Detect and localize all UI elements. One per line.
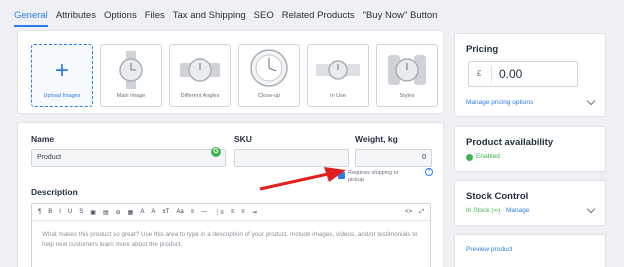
image-slot-label: Close-up <box>257 93 280 99</box>
editor-toolbar-button[interactable]: I <box>59 209 61 215</box>
tab-general[interactable]: General <box>14 10 48 27</box>
product-details-card: Name Product G SKU Weight, kg 0 Descript… <box>17 122 444 267</box>
image-slot-closeup[interactable]: Close-up <box>238 44 300 107</box>
availability-title: Product availability <box>466 137 554 148</box>
watch-icon <box>180 58 220 82</box>
watch-icon <box>388 55 426 85</box>
description-label: Description <box>31 187 78 197</box>
stock-status: In Stock (∞) <box>466 207 501 214</box>
weight-label: Weight, kg <box>355 134 398 144</box>
image-slot-angles[interactable]: Different Angles <box>169 44 231 107</box>
image-slot-main[interactable]: Main Image <box>100 44 162 107</box>
tab-tax-and-shipping[interactable]: Tax and Shipping <box>173 10 246 27</box>
editor-toolbar-button[interactable]: U <box>68 209 72 215</box>
stock-control-card <box>454 180 606 226</box>
upload-images-label: Upload Images <box>43 93 81 99</box>
sku-label: SKU <box>234 134 252 144</box>
editor-toolbar-button[interactable]: ±T <box>162 209 169 215</box>
tab-files[interactable]: Files <box>145 10 165 27</box>
tab-attributes[interactable]: Attributes <box>56 10 96 27</box>
image-slot-label: In Use <box>330 93 346 99</box>
editor-toolbar-button[interactable]: ≡ <box>231 209 235 215</box>
currency-symbol: £ <box>477 69 482 78</box>
editor-toolbar-button[interactable]: ▤ <box>103 209 109 216</box>
image-slot-label: Different Angles <box>180 93 220 99</box>
editor-toolbar-button[interactable]: ⤢ <box>419 209 424 216</box>
image-slot-label: Styles <box>399 93 415 99</box>
description-placeholder: What makes this product so great? Use th… <box>42 231 418 248</box>
watch-icon <box>119 51 143 89</box>
editor-toolbar-button[interactable]: Aa <box>176 209 183 215</box>
editor-toolbar-button[interactable]: B <box>48 209 52 215</box>
toggle-on-icon[interactable] <box>466 154 473 161</box>
editor-toolbar-button[interactable]: A <box>140 209 144 215</box>
name-label: Name <box>31 134 55 144</box>
pricing-title: Pricing <box>466 44 499 55</box>
availability-status[interactable]: Enabled <box>476 153 500 160</box>
price-input[interactable]: £ 0.00 <box>468 61 578 87</box>
manage-stock-link[interactable]: Manage <box>506 207 530 214</box>
grammar-icon: G <box>211 147 221 157</box>
product-tabs: General Attributes Options Files Tax and… <box>14 10 437 27</box>
image-slot-in-use[interactable]: In Use <box>307 44 369 107</box>
editor-toolbar-button[interactable]: ▦ <box>128 209 134 216</box>
editor-toolbar-button[interactable]: ⊖ <box>116 209 121 216</box>
editor-toolbar-button[interactable]: A <box>151 209 155 215</box>
preview-product-link[interactable]: Preview product <box>466 246 513 253</box>
tab-seo[interactable]: SEO <box>254 10 274 27</box>
editor-toolbar-button[interactable]: ⋮≡ <box>214 209 224 216</box>
watch-icon <box>250 49 288 87</box>
weight-input[interactable]: 0 <box>355 149 432 167</box>
editor-toolbar-button[interactable]: ⇥ <box>252 209 257 216</box>
availability-card <box>454 126 606 172</box>
requires-shipping-label: Requires shipping or pickup <box>348 170 399 183</box>
tab-related-products[interactable]: Related Products <box>282 10 355 27</box>
watch-icon <box>316 60 360 80</box>
tab-buy-now-button[interactable]: "Buy Now" Button <box>363 10 438 27</box>
red-arrow-annotation <box>259 167 346 191</box>
divider <box>491 66 492 83</box>
price-value: 0.00 <box>499 67 523 81</box>
tab-options[interactable]: Options <box>104 10 137 27</box>
image-slot-label: Main Image <box>116 93 146 99</box>
stock-control-title: Stock Control <box>466 191 529 202</box>
editor-toolbar-button[interactable]: ≡ <box>191 209 195 215</box>
description-editor[interactable]: ¶ B I U S ▣ ▤ ⊖ ▦ A A ±T Aa ≡ — ⋮≡ ≡ ≡ ⇥ <> ⤢ What makes thi… <box>31 203 431 267</box>
editor-toolbar-button[interactable]: <> <box>405 209 412 215</box>
editor-toolbar-button[interactable]: ≡ <box>241 209 245 215</box>
editor-toolbar-button[interactable]: ▣ <box>90 209 96 216</box>
editor-toolbar-button[interactable]: S <box>79 209 83 215</box>
plus-icon: + <box>54 57 70 84</box>
editor-toolbar-button[interactable]: — <box>201 209 207 215</box>
product-images-card: + Upload Images Main Image Different Ang… <box>17 30 444 114</box>
manage-pricing-link[interactable]: Manage pricing options <box>466 99 533 106</box>
image-slot-styles[interactable]: Styles <box>376 44 438 107</box>
editor-toolbar: ¶ B I U S ▣ ▤ ⊖ ▦ A A ±T Aa ≡ — ⋮≡ ≡ ≡ ⇥ <> ⤢ <box>32 204 430 221</box>
name-input[interactable]: Product <box>31 149 226 167</box>
help-icon[interactable]: ? <box>425 168 433 176</box>
editor-toolbar-button[interactable]: ¶ <box>38 209 41 215</box>
upload-images-button[interactable]: + Upload Images <box>31 44 93 107</box>
